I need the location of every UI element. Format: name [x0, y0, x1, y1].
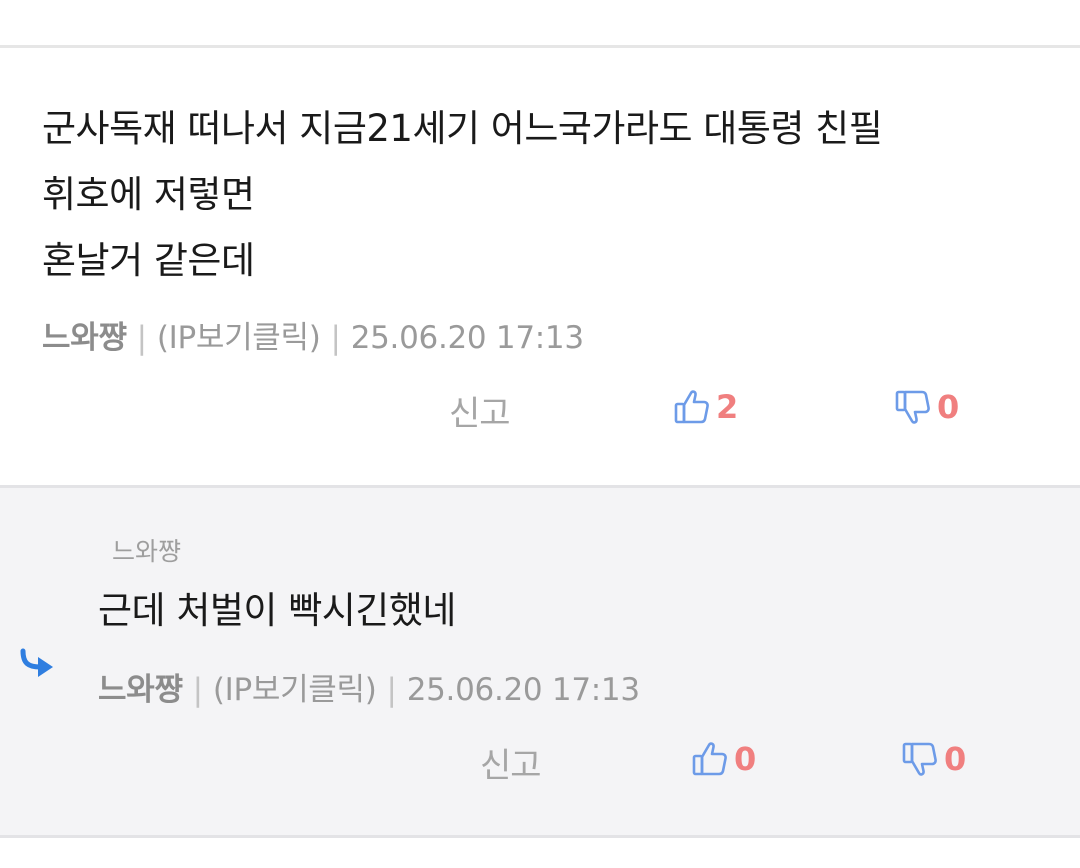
downvote-count: 0: [937, 388, 960, 426]
report-button[interactable]: 신고: [480, 738, 542, 787]
meta-separator: |: [136, 320, 147, 356]
report-button[interactable]: 신고: [449, 386, 511, 435]
comment-author[interactable]: 느와쨩: [42, 320, 127, 356]
comment-page: 군사독재 떠나서 지금21세기 어느국가라도 대통령 친필 휘호에 저렇면 혼날…: [0, 0, 1080, 868]
bottom-divider: [0, 835, 1080, 838]
thumbs-down-icon: [902, 742, 937, 776]
meta-separator: |: [386, 672, 397, 708]
reply-arrow-icon: [20, 648, 53, 677]
upvote-button[interactable]: 0: [692, 740, 756, 778]
upvote-button[interactable]: 2: [674, 388, 738, 426]
upvote-count: 2: [716, 388, 739, 426]
meta-separator: |: [330, 320, 341, 356]
ip-view-link[interactable]: (IP보기클릭): [157, 320, 321, 356]
comment-text: 군사독재 떠나서 지금21세기 어느국가라도 대통령 친필 휘호에 저렇면 혼날…: [42, 96, 1042, 294]
comment-line: 군사독재 떠나서 지금21세기 어느국가라도 대통령 친필: [42, 107, 883, 150]
meta-separator: |: [192, 672, 203, 708]
downvote-button[interactable]: 0: [902, 740, 966, 778]
thumbs-up-icon: [674, 390, 709, 424]
thumbs-up-icon: [692, 742, 727, 776]
reply-target-name: 느와쨩: [112, 537, 182, 566]
downvote-count: 0: [944, 740, 967, 778]
comment-meta: 느와쨩 | (IP보기클릭) | 25.06.20 17:13: [42, 312, 584, 357]
comment-line: 혼날거 같은데: [42, 239, 255, 282]
ip-view-link[interactable]: (IP보기클릭): [213, 672, 377, 708]
upvote-count: 0: [734, 740, 757, 778]
reply-timestamp: 25.06.20 17:13: [406, 672, 640, 708]
reply-meta: 느와쨩 | (IP보기클릭) | 25.06.20 17:13: [98, 664, 640, 709]
reply-author[interactable]: 느와쨩: [98, 672, 183, 708]
thumbs-down-icon: [895, 390, 930, 424]
reply-text: 근데 처벌이 빡시긴했네: [98, 589, 456, 632]
downvote-button[interactable]: 0: [895, 388, 959, 426]
reply-item: 느와쨩 근데 처벌이 빡시긴했네 느와쨩 | (IP보기클릭) | 25.06.20 1…: [0, 488, 1080, 835]
comment-item: 군사독재 떠나서 지금21세기 어느국가라도 대통령 친필 휘호에 저렇면 혼날…: [0, 48, 1080, 485]
comment-timestamp: 25.06.20 17:13: [350, 320, 584, 356]
comment-line: 휘호에 저렇면: [42, 173, 255, 216]
